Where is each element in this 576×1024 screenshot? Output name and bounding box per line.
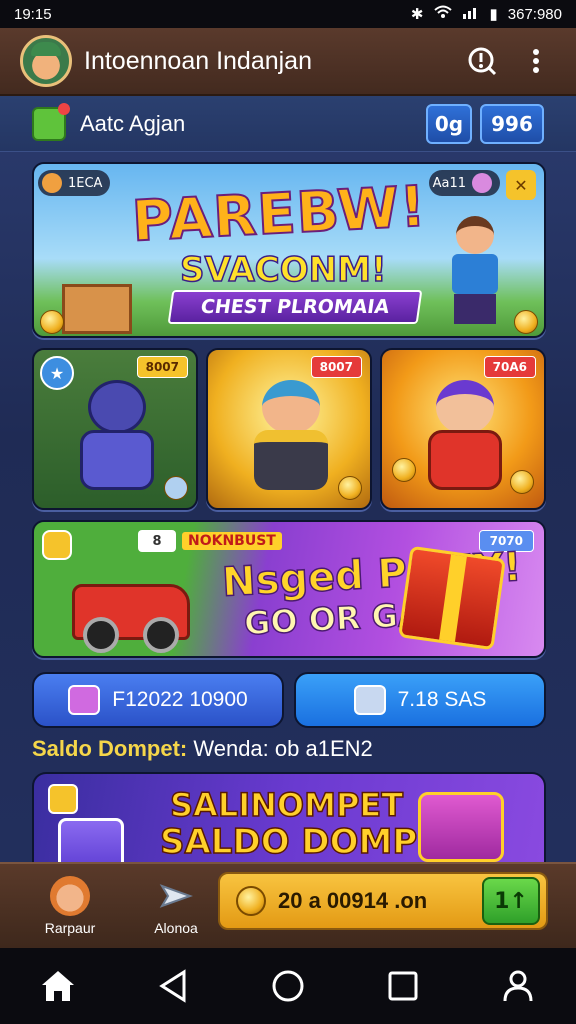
main-content: Aatc Agjan 0g 996 1ECA Aa11 ✕ PAREBW! SV… <box>0 96 576 948</box>
more-vert-icon <box>533 49 539 73</box>
balance-value: Wenda: ob a1EN2 <box>193 736 373 761</box>
coin-icon <box>514 310 538 334</box>
gift-icon <box>68 685 101 715</box>
promo-tag-number: 8 <box>138 530 176 552</box>
bear-character <box>70 380 164 500</box>
tile-badge: 8007 <box>310 356 362 378</box>
sub-header-title: Aatc Agjan <box>80 110 186 136</box>
home-circle-nav-button[interactable] <box>263 961 313 1011</box>
promo-tag: 8 NOKNBUST <box>138 530 282 552</box>
signal-icon <box>462 5 480 23</box>
gift-box-icon <box>398 545 506 651</box>
game-tile-1[interactable]: ★ 8007 <box>32 348 198 510</box>
person-icon <box>503 970 533 1002</box>
chest-illustration <box>62 284 132 334</box>
banner-ribbon: CHEST PLROMAIA <box>167 290 423 324</box>
system-nav-bar <box>0 948 576 1024</box>
coin-icon <box>236 886 266 916</box>
info-button[interactable] <box>462 41 502 81</box>
gem-icon <box>472 173 492 193</box>
status-bar: 19:15 ✱ ▮ 367:980 <box>0 0 576 28</box>
claim-go-button[interactable]: 1↑ <box>482 877 540 925</box>
truck-illustration <box>72 584 190 653</box>
pill-button-1[interactable]: 0g <box>426 103 472 144</box>
banner-close-button[interactable]: ✕ <box>506 170 536 200</box>
home-icon <box>41 971 74 1001</box>
banner-chip-right-label: Aa11 <box>432 175 466 191</box>
recents-nav-button[interactable] <box>378 961 428 1011</box>
banner-title: PAREBW! <box>130 173 430 255</box>
circle-icon <box>272 970 304 1002</box>
shield-icon <box>353 685 386 715</box>
action-buttons: F12022 10900 7.18 SAS <box>32 672 546 728</box>
promo-banner[interactable]: 8 NOKNBUST 7070 Nsged PONY! GO OR GAMG! <box>32 520 546 658</box>
app-bar: Intoennoan Indanjan <box>0 28 576 96</box>
status-time: 19:15 <box>14 5 52 23</box>
action-button-left[interactable]: F12022 10900 <box>32 672 284 728</box>
game-tile-3[interactable]: 70A6 <box>380 348 546 510</box>
hero-banner[interactable]: 1ECA Aa11 ✕ PAREBW! SVACONM! CHEST PLROM… <box>32 162 546 338</box>
action-left-label: F12022 10900 <box>112 688 248 711</box>
account-nav-button[interactable] <box>493 961 543 1011</box>
info-icon <box>468 47 497 76</box>
claim-amount: 20 a 00914 .on <box>278 888 428 913</box>
more-menu-button[interactable] <box>516 41 556 81</box>
banner-chip-left-label: 1ECA <box>68 175 103 191</box>
bluetooth-icon: ✱ <box>410 6 424 23</box>
close-icon: ✕ <box>514 175 528 195</box>
hero-character <box>442 216 508 326</box>
battery-icon: ▮ <box>489 6 498 23</box>
promo-tag-label: NOKNBUST <box>182 532 282 550</box>
back-icon <box>158 969 186 1003</box>
profile-icon <box>42 173 62 193</box>
cat-character <box>244 380 338 500</box>
tile-badge: 70A6 <box>483 356 536 378</box>
coin-icon <box>392 458 416 482</box>
banner-chip-left: 1ECA <box>38 170 111 196</box>
character-icon <box>50 876 90 916</box>
wallet-icon <box>48 784 78 814</box>
banner-subtitle: SVACONM! <box>179 249 387 291</box>
bottom-bar: Rarpaur Alonoa 20 a 00914 .on 1↑ <box>0 862 576 948</box>
app-title: Intoennoan Indanjan <box>84 46 312 75</box>
treasure-box-icon <box>418 792 504 862</box>
sub-header: Aatc Agjan 0g 996 <box>0 96 576 152</box>
action-button-right[interactable]: 7.18 SAS <box>294 672 546 728</box>
coin-icon <box>510 470 534 494</box>
back-nav-button[interactable] <box>148 961 198 1011</box>
kart-character <box>418 380 512 500</box>
avatar[interactable] <box>20 35 72 87</box>
wallet-balance: Saldo Dompet: Wenda: ob a1EN2 <box>32 736 373 762</box>
wifi-icon <box>433 5 452 23</box>
bottom-nav-profile-label: Rarpaur <box>44 920 96 936</box>
action-right-label: 7.18 SAS <box>397 688 487 711</box>
status-right-text: 367:980 <box>507 5 562 23</box>
send-icon <box>156 876 196 916</box>
balance-label: Saldo Dompet: <box>32 736 188 761</box>
bottom-nav-send-label: Alonoa <box>154 920 198 936</box>
camera-icon <box>42 530 72 560</box>
game-tile-2[interactable]: 8007 <box>206 348 372 510</box>
coin-icon <box>338 476 362 500</box>
home-badge-icon[interactable] <box>32 102 70 141</box>
wallet-title: SALINOMPET <box>169 785 404 825</box>
tile-badge: 8007 <box>136 356 188 378</box>
bottom-nav-profile[interactable]: Rarpaur <box>30 876 110 936</box>
claim-bar[interactable]: 20 a 00914 .on 1↑ <box>218 872 548 930</box>
star-icon: ★ <box>40 356 74 390</box>
bottom-nav-send[interactable]: Alonoa <box>136 876 216 936</box>
coin-icon <box>40 310 64 334</box>
coin-icon <box>164 476 188 500</box>
home-nav-button[interactable] <box>33 961 83 1011</box>
square-icon <box>388 971 418 1001</box>
pill-button-2[interactable]: 996 <box>480 103 544 144</box>
banner-chip-right: Aa11 <box>428 170 500 196</box>
